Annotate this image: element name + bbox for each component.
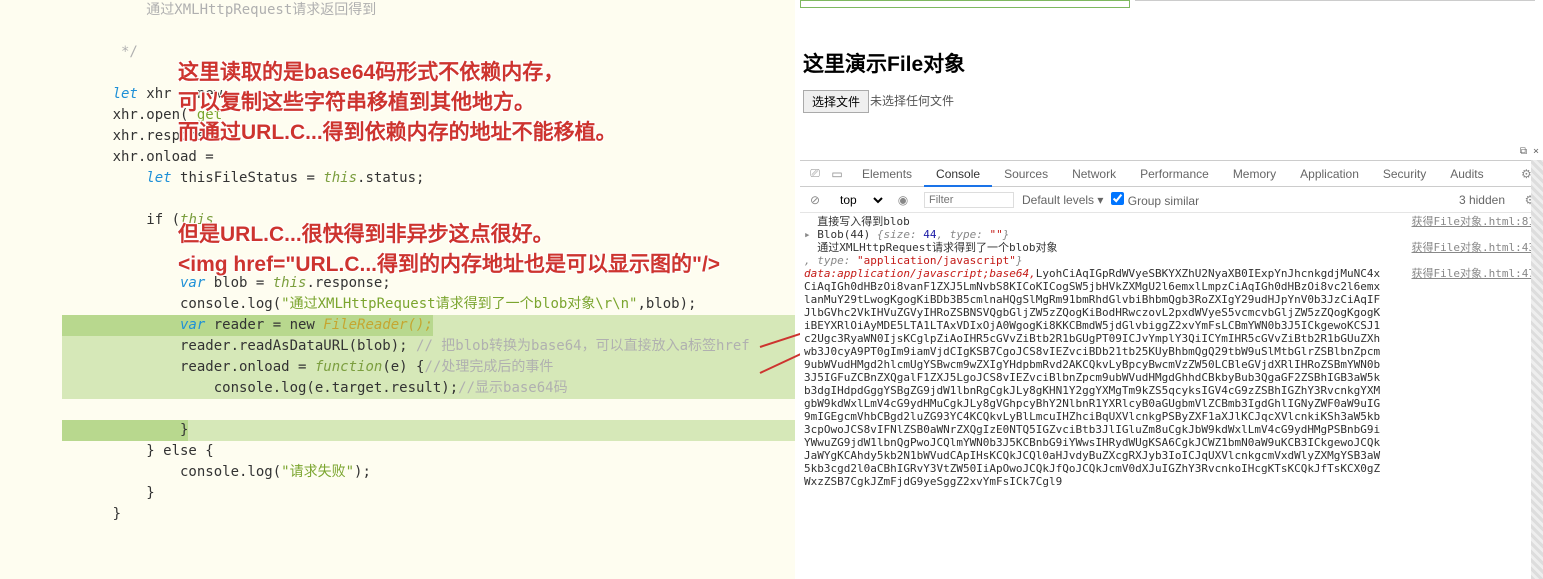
devtools-panel: ⎚ ▭ Elements Console Sources Network Per… (800, 160, 1543, 579)
source-link[interactable]: 获得File对象.html:47 (1412, 267, 1535, 280)
scrollbar[interactable] (1531, 160, 1543, 579)
code-line-highlighted: var reader = new FileReader(); (62, 315, 795, 336)
code-line-highlighted: reader.onload = function(e) {//处理完成后的事件 (62, 357, 795, 378)
console-log-line: , type: "application/javascript"} (804, 254, 1539, 267)
tab-audits[interactable]: Audits (1438, 161, 1495, 187)
devtools-tabs: ⎚ ▭ Elements Console Sources Network Per… (800, 161, 1543, 187)
hidden-count[interactable]: 3 hidden (1459, 193, 1513, 207)
group-similar-checkbox[interactable]: Group similar (1111, 192, 1199, 208)
device-icon[interactable]: ▭ (828, 167, 846, 181)
code-line-highlighted: } (62, 420, 795, 441)
expand-arrow-icon[interactable]: ▸ (804, 228, 817, 241)
code-line-highlighted: reader.readAsDataURL(blob); // 把blob转换为b… (62, 336, 795, 357)
demo-highlight-box (800, 0, 1130, 8)
code-line: let thisFileStatus = this.status; (62, 168, 795, 189)
inspect-icon[interactable]: ⎚ (806, 166, 824, 181)
annotation-text-2: 但是URL.C...很快得到非异步这点很好。 <img href="URL.C.… (178, 220, 720, 280)
console-log-line: ▸ Blob(44) {size: 44, type: ""} (804, 228, 1539, 241)
tab-security[interactable]: Security (1371, 161, 1438, 187)
code-line: console.log("通过XMLHttpRequest请求得到了一个blob… (62, 294, 795, 315)
console-toolbar: ⊘ top ◉ Default levels ▾ Group similar 3… (800, 187, 1543, 213)
code-line: } (62, 483, 795, 504)
code-line (62, 189, 795, 210)
demo-title: 这里演示File对象 (803, 48, 965, 78)
code-line: } (62, 504, 795, 525)
demo-box (1135, 0, 1535, 8)
code-line: 通过XMLHttpRequest请求返回得到 (62, 0, 795, 21)
file-status-text: 未选择任何文件 (870, 92, 954, 109)
console-log-line: 通过XMLHttpRequest请求得到了一个blob对象获得File对象.ht… (804, 241, 1539, 254)
clear-console-icon[interactable]: ⊘ (806, 193, 824, 207)
tab-console[interactable]: Console (924, 161, 992, 187)
annotation-text-1: 这里读取的是base64码形式不依赖内存， 可以复制这些字符串移植到其他地方。 … (178, 58, 617, 148)
devtools-dock-controls[interactable]: ⧉ × (1520, 146, 1539, 157)
console-log-base64: 获得File对象.html:47data:application/javascr… (804, 267, 1539, 488)
tab-memory[interactable]: Memory (1221, 161, 1288, 187)
context-select[interactable]: top (836, 192, 886, 208)
tab-elements[interactable]: Elements (850, 161, 924, 187)
code-line: console.log("请求失败"); (62, 462, 795, 483)
tab-performance[interactable]: Performance (1128, 161, 1221, 187)
choose-file-button[interactable]: 选择文件 (803, 90, 869, 113)
code-line (62, 399, 795, 420)
source-link[interactable]: 获得File对象.html:43 (1412, 241, 1535, 254)
console-log-line: 直接写入得到blob获得File对象.html:81 (804, 215, 1539, 228)
code-line: } else { (62, 441, 795, 462)
source-link[interactable]: 获得File对象.html:81 (1412, 215, 1535, 228)
tab-application[interactable]: Application (1288, 161, 1371, 187)
tab-network[interactable]: Network (1060, 161, 1128, 187)
filter-input[interactable] (924, 192, 1014, 208)
tab-sources[interactable]: Sources (992, 161, 1060, 187)
console-output: 直接写入得到blob获得File对象.html:81 ▸ Blob(44) {s… (800, 213, 1543, 578)
eye-icon[interactable]: ◉ (894, 193, 912, 207)
levels-select[interactable]: Default levels ▾ (1022, 193, 1103, 207)
code-line-highlighted: console.log(e.target.result);//显示base64码 (62, 378, 795, 399)
code-line: xhr.onload = (62, 147, 795, 168)
code-line (62, 21, 795, 42)
